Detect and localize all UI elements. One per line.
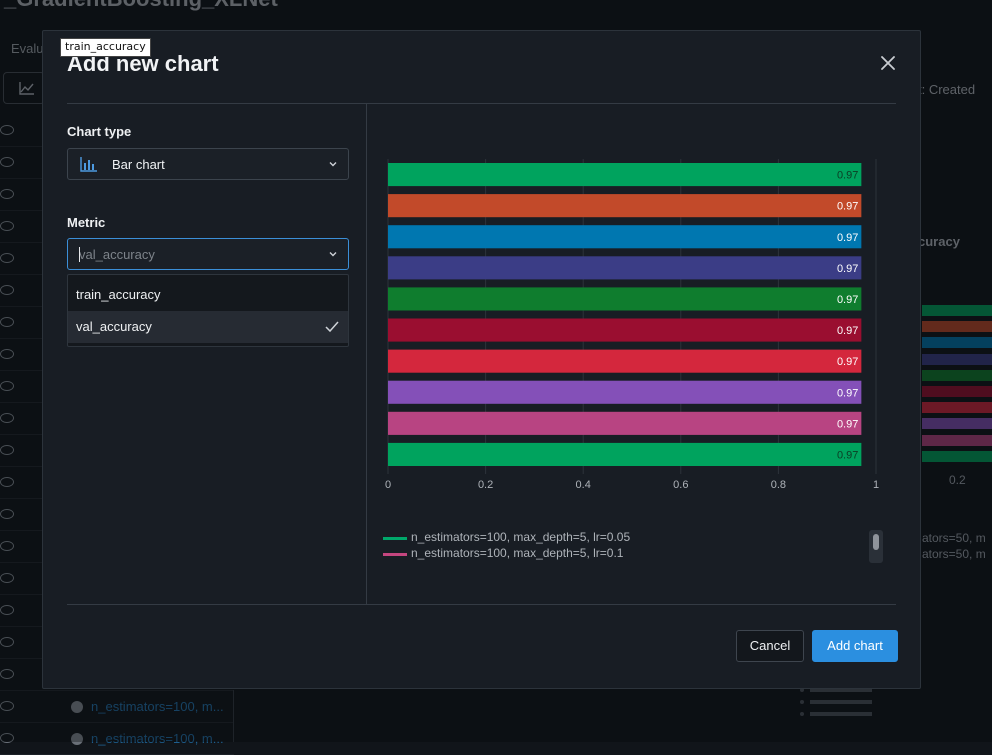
legend-swatch xyxy=(383,537,407,540)
legend-item: n_estimators=100, max_depth=5, lr=0.1 xyxy=(383,546,853,562)
close-icon xyxy=(881,56,895,70)
chevron-down-icon xyxy=(329,162,337,167)
x-tick-label: 0.8 xyxy=(771,479,786,491)
x-tick-label: 0.2 xyxy=(478,479,493,491)
x-tick-label: 0 xyxy=(385,479,391,491)
bar xyxy=(388,163,862,187)
bar-value-label: 0.97 xyxy=(837,263,858,275)
legend-label: n_estimators=100, max_depth=5, lr=0.05 xyxy=(411,530,631,544)
metric-dropdown: train_accuracy val_accuracy xyxy=(67,274,349,347)
option-label: val_accuracy xyxy=(76,319,152,334)
metric-input-placeholder[interactable]: val_accuracy xyxy=(79,247,155,262)
tooltip: train_accuracy xyxy=(60,38,151,57)
chevron-down-icon xyxy=(329,252,337,257)
header-divider xyxy=(67,103,896,104)
close-button[interactable] xyxy=(878,53,898,73)
x-tick-label: 0.6 xyxy=(673,479,688,491)
chart-type-label: Chart type xyxy=(67,124,132,139)
metric-select[interactable]: val_accuracy xyxy=(67,238,349,270)
option-label: train_accuracy xyxy=(76,287,161,302)
footer-divider xyxy=(67,604,896,605)
bar-value-label: 0.97 xyxy=(837,387,858,399)
legend-label: n_estimators=100, max_depth=5, lr=0.1 xyxy=(411,546,624,560)
legend-scrollbar[interactable] xyxy=(869,530,883,563)
bar-value-label: 0.97 xyxy=(837,449,858,461)
bar-chart-icon xyxy=(80,157,97,172)
add-chart-button[interactable]: Add chart xyxy=(812,630,898,662)
bar-value-label: 0.97 xyxy=(837,325,858,337)
bar-value-label: 0.97 xyxy=(837,232,858,244)
chart-preview: 0.97 0.97 0.97 0.97 0.97 0.97 0.97 0.97 0.97 0.97… xyxy=(385,159,879,491)
bar xyxy=(388,411,862,435)
chart-type-select[interactable]: Bar chart xyxy=(67,148,349,180)
legend-swatch xyxy=(383,553,407,556)
x-tick-label: 0.4 xyxy=(576,479,591,491)
bar xyxy=(388,287,862,311)
bar xyxy=(388,318,862,342)
bar-value-label: 0.97 xyxy=(837,170,858,182)
scrollbar-thumb[interactable] xyxy=(873,534,879,550)
column-divider xyxy=(366,104,367,604)
metric-label: Metric xyxy=(67,215,106,230)
x-tick-label: 1 xyxy=(873,479,879,491)
bar xyxy=(388,442,862,466)
bar xyxy=(388,225,862,249)
bar-value-label: 0.97 xyxy=(837,294,858,306)
chart-type-value: Bar chart xyxy=(112,157,165,172)
cancel-button[interactable]: Cancel xyxy=(736,630,804,662)
text-caret xyxy=(79,247,80,262)
metric-option-val-accuracy[interactable]: val_accuracy xyxy=(68,311,348,343)
bar xyxy=(388,380,862,404)
bar-value-label: 0.97 xyxy=(837,418,858,430)
add-chart-dialog: Add new chart Chart type Bar chart Metri… xyxy=(42,30,921,689)
chart-legend: n_estimators=100, max_depth=5, lr=0.05 n… xyxy=(383,530,853,562)
bar-value-label: 0.97 xyxy=(837,201,858,213)
bar xyxy=(388,349,862,373)
metric-option-train-accuracy[interactable]: train_accuracy xyxy=(68,279,348,311)
bar xyxy=(388,194,862,218)
bar xyxy=(388,256,862,280)
bar-value-label: 0.97 xyxy=(837,356,858,368)
legend-item: n_estimators=100, max_depth=5, lr=0.05 xyxy=(383,530,853,546)
checkmark-icon xyxy=(325,321,339,333)
